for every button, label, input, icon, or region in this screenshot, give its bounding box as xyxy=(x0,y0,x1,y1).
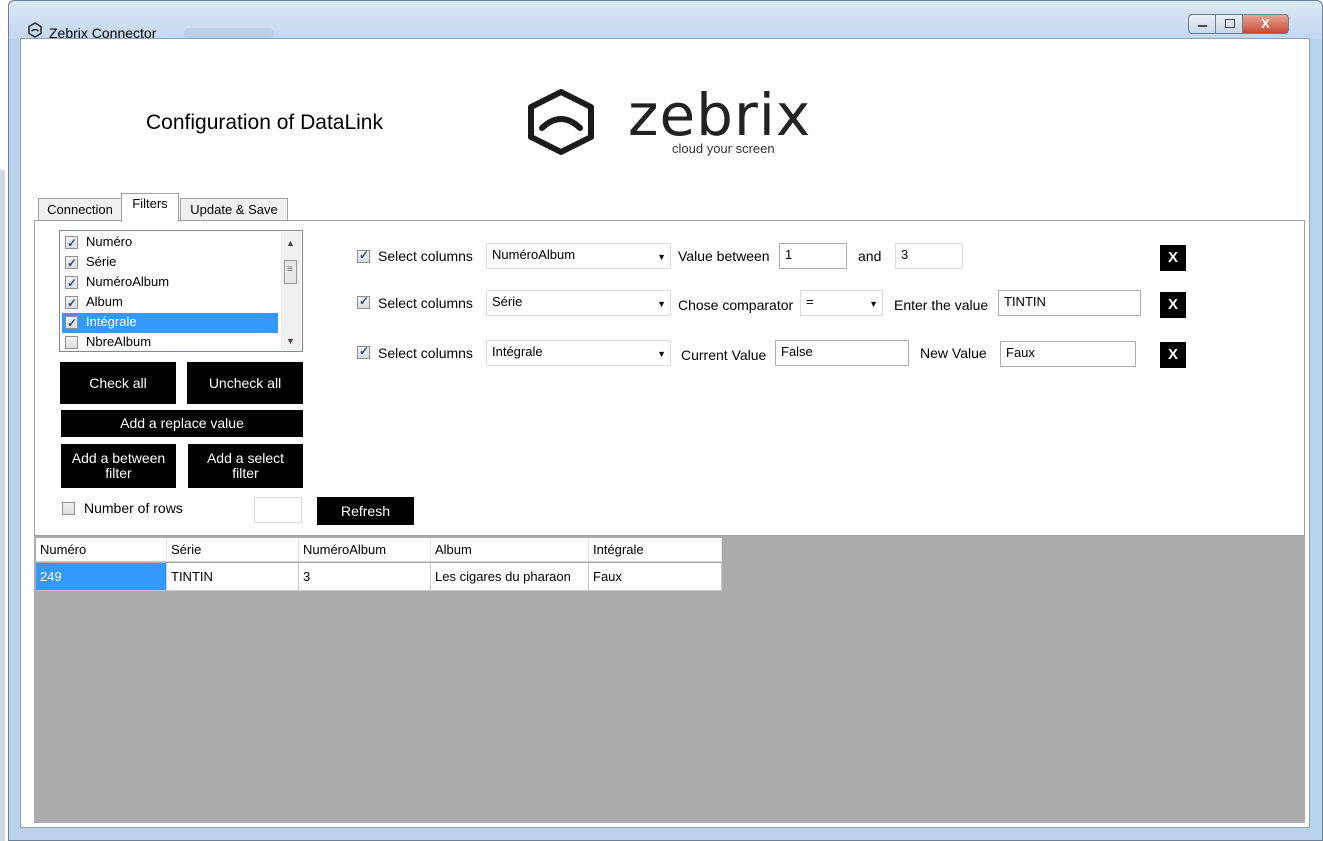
checkbox[interactable] xyxy=(65,274,78,292)
list-item-label: NuméroAlbum xyxy=(86,274,170,289)
minimize-icon xyxy=(1198,25,1207,27)
filter-1-column-select[interactable]: NuméroAlbum ▼ xyxy=(486,243,671,269)
list-item-label: Album xyxy=(86,294,123,309)
number-of-rows-input[interactable] xyxy=(254,497,302,523)
list-item[interactable]: Numéro xyxy=(62,233,278,253)
grid-header-cell[interactable]: Intégrale xyxy=(589,538,722,562)
maximize-icon xyxy=(1225,19,1235,28)
grid-header-cell[interactable]: Album xyxy=(431,538,589,562)
filter-1-remove-button[interactable]: X xyxy=(1160,245,1186,271)
filter-3-remove-button[interactable]: X xyxy=(1160,342,1186,368)
filter-1-label2: and xyxy=(858,248,882,264)
grid-cell[interactable]: TINTIN xyxy=(167,563,299,591)
grid-header-cell[interactable]: Série xyxy=(167,538,299,562)
filter-2-comparator-value: = xyxy=(806,294,814,309)
chevron-down-icon: ▼ xyxy=(657,299,666,309)
filter-2-value-input[interactable]: TINTIN xyxy=(998,290,1141,316)
filter-2-comparator-select[interactable]: = ▼ xyxy=(800,290,883,316)
title-blurred-text xyxy=(184,28,274,38)
title-bar[interactable]: Zebrix Connector X xyxy=(9,1,1322,41)
filter-3-new-input[interactable]: Faux xyxy=(1000,341,1136,367)
tab-update-save[interactable]: Update & Save xyxy=(180,198,288,220)
add-between-filter-button[interactable]: Add a between filter xyxy=(61,444,176,488)
filter-3-column-value: Intégrale xyxy=(492,344,543,359)
uncheck-all-button[interactable]: Uncheck all xyxy=(187,362,303,404)
checkbox[interactable] xyxy=(65,234,78,252)
filter-1-max-input[interactable]: 3 xyxy=(895,243,963,269)
grid-cell[interactable]: 3 xyxy=(299,563,431,591)
chevron-down-icon: ▼ xyxy=(869,299,878,309)
logo-tagline: cloud your screen xyxy=(672,141,775,156)
refresh-button[interactable]: Refresh xyxy=(317,497,414,525)
filter-1-min-input[interactable]: 1 xyxy=(779,243,847,269)
maximize-button[interactable] xyxy=(1215,14,1243,34)
list-item-label: Numéro xyxy=(86,234,133,249)
filter-3-label1: Current Value xyxy=(681,347,767,363)
add-replace-value-button[interactable]: Add a replace value xyxy=(61,410,303,437)
list-item[interactable]: Série xyxy=(62,253,278,273)
list-scrollbar[interactable]: ▲ ▼ xyxy=(281,232,301,350)
filter-2-column-select[interactable]: Série ▼ xyxy=(486,290,671,316)
scroll-thumb[interactable] xyxy=(284,260,297,284)
scroll-down-icon[interactable]: ▼ xyxy=(286,336,295,346)
list-item[interactable]: Album xyxy=(62,293,278,313)
grid-cell[interactable]: Faux xyxy=(589,563,722,591)
column-checklist[interactable]: Numéro Série NuméroAlbum Album Intégrale… xyxy=(59,230,303,352)
filter-3-select-label: Select columns xyxy=(378,345,473,361)
grid-cell[interactable]: 249 xyxy=(36,563,167,591)
check-all-button[interactable]: Check all xyxy=(60,362,176,404)
filter-1-label1: Value between xyxy=(678,248,770,264)
chevron-down-icon: ▼ xyxy=(657,252,666,262)
filter-1-select-label: Select columns xyxy=(378,248,473,264)
scroll-up-icon[interactable]: ▲ xyxy=(286,238,295,248)
checkbox[interactable] xyxy=(65,294,78,312)
list-item[interactable]: Intégrale xyxy=(62,313,278,333)
desktop-edge xyxy=(0,170,5,841)
tab-filters[interactable]: Filters xyxy=(121,193,179,222)
minimize-button[interactable] xyxy=(1188,14,1216,34)
number-of-rows-checkbox[interactable] xyxy=(62,502,75,515)
filter-2-remove-button[interactable]: X xyxy=(1160,292,1186,318)
add-select-filter-button[interactable]: Add a select filter xyxy=(188,444,303,488)
grid-header-cell[interactable]: NuméroAlbum xyxy=(299,538,431,562)
filter-2-select-label: Select columns xyxy=(378,295,473,311)
number-of-rows-label: Number of rows xyxy=(84,500,183,516)
filter-3-checkbox[interactable] xyxy=(357,344,370,359)
filter-2-checkbox[interactable] xyxy=(357,294,370,309)
filter-2-label2: Enter the value xyxy=(894,297,989,313)
page-heading: Configuration of DataLink xyxy=(146,111,383,134)
list-item[interactable]: NbreAlbum xyxy=(62,333,278,351)
filter-2-column-value: Série xyxy=(492,294,523,309)
filter-1-column-value: NuméroAlbum xyxy=(492,247,576,262)
filter-1-checkbox[interactable] xyxy=(357,248,370,263)
tab-connection[interactable]: Connection xyxy=(38,198,122,220)
checkbox[interactable] xyxy=(65,336,78,349)
checkbox[interactable] xyxy=(65,314,78,332)
close-window-button[interactable]: X xyxy=(1242,14,1289,34)
chevron-down-icon: ▼ xyxy=(657,349,666,359)
list-item[interactable]: NuméroAlbum xyxy=(62,273,278,293)
grid-cell[interactable]: Les cigares du pharaon xyxy=(431,563,589,591)
logo-text: zebrix xyxy=(628,81,812,149)
filter-3-column-select[interactable]: Intégrale ▼ xyxy=(486,340,671,366)
list-item-label: Intégrale xyxy=(86,314,137,329)
filter-2-label1: Chose comparator xyxy=(678,297,794,313)
list-item-label: Série xyxy=(86,254,117,269)
filter-3-current-input[interactable]: False xyxy=(775,340,909,366)
grid-header-cell[interactable]: Numéro xyxy=(36,538,167,562)
list-item-label: NbreAlbum xyxy=(86,334,152,349)
zebrix-logo-icon xyxy=(528,89,594,155)
checkbox[interactable] xyxy=(65,254,78,272)
filter-3-label2: New Value xyxy=(920,345,987,361)
app-icon xyxy=(28,22,42,38)
